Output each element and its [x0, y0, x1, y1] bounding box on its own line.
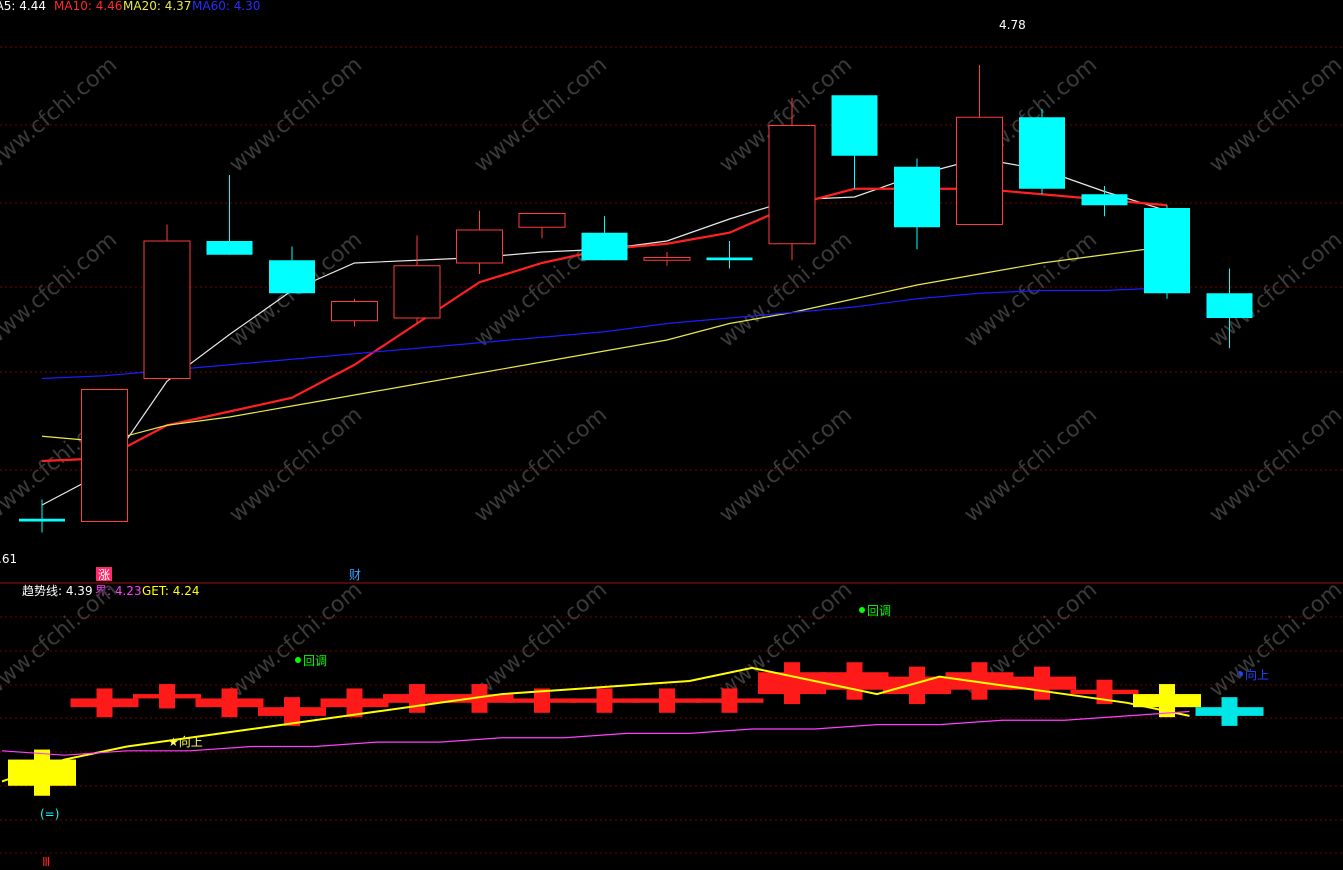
ma5-label: IA5: 4.44	[0, 0, 46, 13]
candle-body	[143, 240, 191, 379]
pullback-label-1: 回调	[303, 654, 327, 668]
indicator-bar-core	[596, 688, 613, 713]
ma20-label: MA20: 4.37	[123, 0, 191, 13]
candle-body	[1206, 293, 1253, 318]
candle	[1144, 205, 1190, 299]
candle-body	[1019, 117, 1065, 189]
candle-body	[831, 95, 878, 156]
candle	[143, 224, 191, 379]
candle-body	[1144, 208, 1190, 294]
mark-er: (=)	[40, 807, 59, 821]
candle-body	[81, 389, 128, 522]
pullback-dot-1	[295, 657, 301, 663]
indicator-bar-core	[846, 662, 863, 700]
indicator-bar-core	[221, 688, 238, 718]
trend-line-label: 趋势线: 4.39	[22, 584, 93, 598]
ma60-label: MA60: 4.30	[192, 0, 260, 13]
candle-body	[1081, 194, 1128, 206]
high-price-label: 4.78	[999, 18, 1026, 32]
indicator-bar-core	[659, 688, 675, 713]
candle-body	[956, 116, 1003, 225]
indicator-bar-core	[784, 662, 800, 705]
candle-body	[643, 257, 691, 261]
get-label: GET: 4.24	[142, 584, 199, 598]
candle-body	[581, 232, 628, 261]
candle-body	[19, 518, 65, 522]
candle-body	[706, 257, 753, 261]
indicator-bar-core	[721, 688, 738, 713]
indicator-bar-core	[96, 688, 113, 718]
indicator-bar-core	[284, 697, 300, 726]
mark-san: Ⅲ	[42, 855, 50, 869]
indicator-bar-core	[346, 688, 363, 718]
candle-body	[331, 301, 378, 322]
candle	[1019, 109, 1065, 195]
candle-body	[393, 265, 441, 319]
indicator-bar-core	[1221, 697, 1238, 726]
candle-body	[518, 213, 566, 228]
pullback-dot-2	[859, 607, 865, 613]
candle-body	[456, 229, 503, 264]
candle-body	[269, 260, 315, 294]
pullback-label-2: 回调	[867, 604, 891, 618]
candle-body	[768, 125, 816, 245]
indicator-bar-core	[159, 684, 175, 709]
stock-chart: IA5: 4.44 MA10: 4.46 MA20: 4.37 MA60: 4.…	[0, 0, 1343, 870]
indicator-bar-core	[34, 749, 50, 796]
candle	[81, 389, 128, 522]
indicator-bar-core	[409, 684, 425, 713]
indicator-bar-core	[1034, 666, 1050, 700]
candle-body	[206, 241, 253, 255]
low-price-label: .61	[0, 552, 17, 566]
candle-body	[894, 166, 940, 228]
ma10-label: MA10: 4.46	[54, 0, 122, 13]
